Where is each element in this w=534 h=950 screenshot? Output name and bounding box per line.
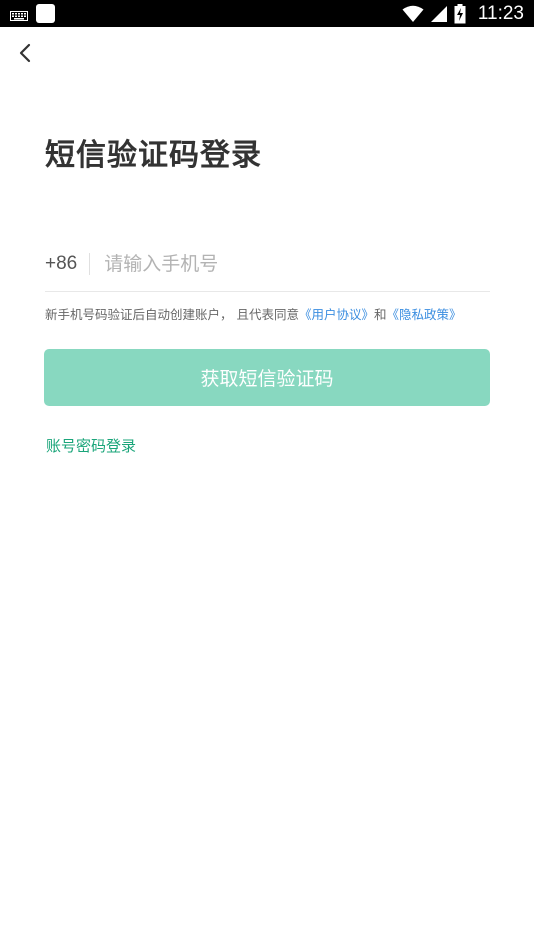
notification-icon	[36, 4, 55, 23]
login-screen: 11:23 短信验证码登录 +86 新手机号码验证后自动创建账户， 且代表同意《…	[0, 0, 534, 950]
battery-charging-icon	[454, 3, 466, 23]
chevron-left-icon	[19, 43, 31, 63]
keyboard-icon	[10, 10, 28, 21]
signal-icon	[430, 5, 447, 22]
user-agreement-link[interactable]: 《用户协议》	[299, 307, 374, 322]
agreement-text: 新手机号码验证后自动创建账户， 且代表同意《用户协议》和《隐私政策》	[45, 304, 462, 323]
status-bar: 11:23	[0, 0, 534, 27]
status-bar-left	[10, 4, 55, 23]
agreement-middle: 且代表同意	[232, 307, 299, 322]
agreement-prefix: 新手机号码验证后自动创建账户，	[45, 307, 233, 322]
privacy-policy-link[interactable]: 《隐私政策》	[387, 307, 462, 322]
phone-input-underline	[45, 291, 490, 292]
password-login-link[interactable]: 账号密码登录	[46, 435, 136, 456]
divider	[89, 253, 91, 275]
phone-input[interactable]	[104, 253, 465, 275]
status-bar-right: 11:23	[402, 1, 524, 26]
get-code-button[interactable]: 获取短信验证码	[44, 349, 490, 406]
status-time: 11:23	[477, 2, 524, 24]
agreement-conjunction: 和	[374, 307, 387, 322]
wifi-icon	[402, 5, 424, 22]
page-title: 短信验证码登录	[45, 138, 262, 173]
back-button[interactable]	[10, 38, 40, 68]
phone-row: +86	[45, 244, 490, 284]
country-code[interactable]: +86	[45, 253, 77, 275]
